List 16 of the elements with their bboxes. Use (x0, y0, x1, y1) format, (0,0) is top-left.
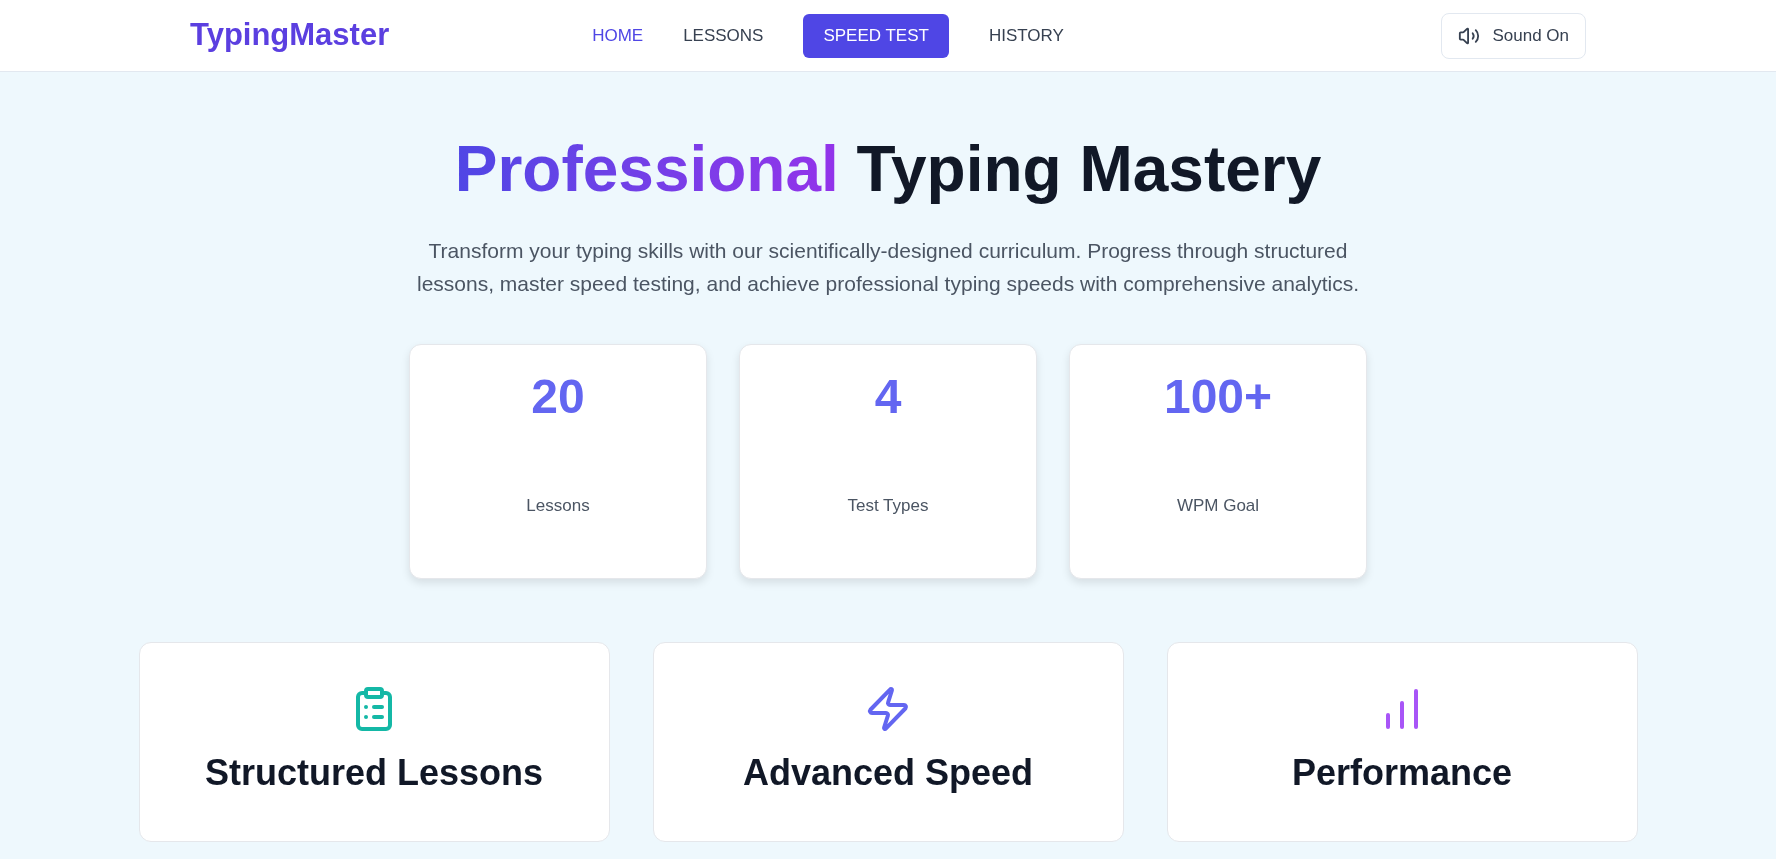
nav-link[interactable]: HOME (592, 22, 644, 49)
stat-value: 20 (531, 373, 585, 421)
stat-value: 100+ (1163, 373, 1273, 421)
feature-title: Structured Lessons (204, 755, 544, 791)
stat-value: 4 (874, 373, 902, 421)
brand-logo[interactable]: TypingMaster (190, 17, 390, 53)
nav-link[interactable]: LESSONS (683, 22, 764, 49)
stat-label: WPM Goal (1176, 495, 1260, 517)
stat-label: Test Types (847, 495, 929, 517)
hero-description: Transform your typing skills with our scientifically-designed curriculum. Progress through structured lessons, master speed testing, and achieve professional typing speeds with comprehensive analytics. (416, 238, 1360, 297)
sound-toggle-button[interactable]: Sound On (1441, 12, 1586, 59)
nav-button[interactable]: SPEED TEST (803, 13, 949, 58)
stat-label: Lessons (526, 495, 590, 517)
feature-title: Advanced Speed (742, 755, 1034, 791)
feature-title: Performance (1291, 755, 1513, 791)
nav-link[interactable]: HISTORY (988, 22, 1064, 49)
